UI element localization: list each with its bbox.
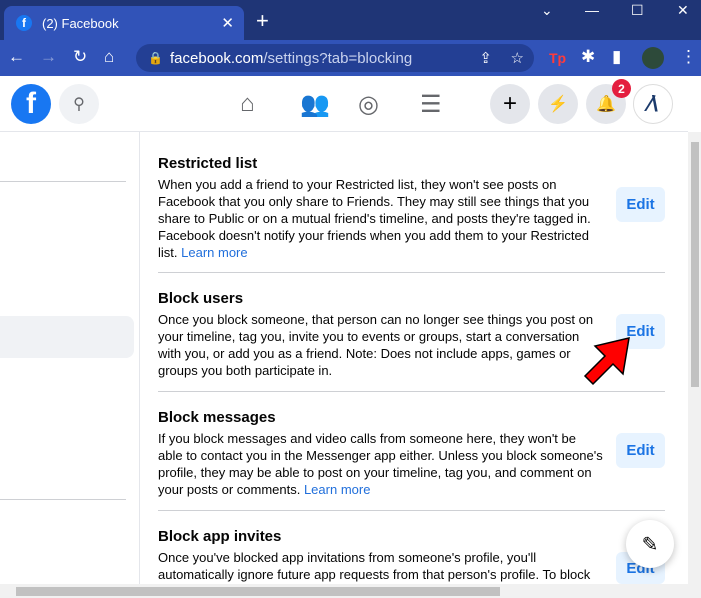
minimize-button[interactable]: — bbox=[585, 2, 599, 18]
edit-restricted-list-button[interactable]: Edit bbox=[616, 187, 665, 222]
menu-nav-icon[interactable]: ☰ bbox=[420, 90, 442, 119]
horizontal-scrollbar-thumb[interactable] bbox=[16, 587, 500, 596]
reload-icon[interactable]: ↻ bbox=[73, 47, 87, 67]
sidebar-divider bbox=[0, 499, 126, 500]
browser-tabstrip: f (2) Facebook ✕ + ⌄ — ☐ ✕ bbox=[0, 0, 701, 40]
account-avatar[interactable]: ⁄\ bbox=[633, 84, 673, 124]
sidebar-divider bbox=[0, 181, 126, 182]
notification-badge: 2 bbox=[612, 79, 631, 98]
share-icon[interactable]: ⇪ bbox=[479, 49, 492, 67]
section-title: Restricted list bbox=[158, 155, 258, 172]
red-arrow-annotation-icon bbox=[583, 337, 630, 386]
url-domain: facebook.com bbox=[170, 49, 264, 67]
close-tab-icon[interactable]: ✕ bbox=[221, 14, 234, 32]
learn-more-link[interactable]: Learn more bbox=[181, 245, 247, 260]
section-description: Once you've blocked app invitations from… bbox=[158, 550, 591, 582]
home-nav-icon[interactable]: ⌂ bbox=[240, 90, 255, 118]
menu-kebab-icon[interactable]: ⋮ bbox=[680, 47, 697, 67]
address-bar[interactable]: 🔒 facebook.com/settings?tab=blocking ⇪ ☆ bbox=[136, 44, 534, 72]
learn-more-link[interactable]: Learn more bbox=[304, 482, 370, 497]
compose-icon: ✎ bbox=[641, 533, 659, 556]
section-description: When you add a friend to your Restricted… bbox=[158, 177, 591, 260]
section-description: If you block messages and video calls fr… bbox=[158, 431, 603, 497]
browser-tab[interactable]: f (2) Facebook ✕ bbox=[4, 6, 244, 40]
search-icon[interactable]: ⚲ bbox=[59, 84, 99, 124]
side-panel-icon[interactable]: ▮ bbox=[612, 47, 621, 67]
section-title: Block messages bbox=[158, 409, 276, 426]
extension-tp-icon[interactable]: Tp bbox=[549, 50, 566, 66]
settings-sidebar bbox=[0, 132, 140, 584]
create-button[interactable]: + bbox=[490, 84, 530, 124]
groups-nav-icon[interactable]: ◎ bbox=[358, 90, 379, 119]
profile-avatar[interactable] bbox=[642, 47, 664, 69]
vertical-scrollbar-thumb[interactable] bbox=[691, 142, 699, 387]
bookmark-star-icon[interactable]: ☆ bbox=[511, 49, 524, 67]
extensions-puzzle-icon[interactable]: ✱ bbox=[581, 47, 595, 67]
tab-title: (2) Facebook bbox=[42, 15, 119, 31]
divider bbox=[158, 510, 665, 511]
section-title: Block users bbox=[158, 290, 244, 307]
browser-toolbar: ← → ↻ ⌂ 🔒 facebook.com/settings?tab=bloc… bbox=[0, 40, 701, 76]
close-window-button[interactable]: ✕ bbox=[677, 2, 689, 19]
lock-icon: 🔒 bbox=[148, 51, 163, 65]
facebook-header: f ⚲ ⌂ 👥 ◎ ☰ + ⚡ 🔔 2 ⁄\ bbox=[0, 76, 688, 132]
maximize-button[interactable]: ☐ bbox=[631, 2, 644, 19]
facebook-logo[interactable]: f bbox=[11, 84, 51, 124]
section-title: Block app invites bbox=[158, 528, 282, 545]
url-path: /settings?tab=blocking bbox=[263, 49, 413, 67]
new-message-button[interactable]: ✎ bbox=[626, 520, 674, 568]
facebook-favicon-icon: f bbox=[16, 15, 32, 31]
home-icon[interactable]: ⌂ bbox=[104, 47, 114, 67]
new-tab-button[interactable]: + bbox=[256, 8, 269, 34]
section-description: Once you block someone, that person can … bbox=[158, 312, 594, 378]
sidebar-item-blocking[interactable] bbox=[0, 316, 134, 358]
tab-search-icon[interactable]: ⌄ bbox=[541, 2, 553, 19]
messenger-icon[interactable]: ⚡ bbox=[538, 84, 578, 124]
back-icon[interactable]: ← bbox=[8, 47, 25, 67]
edit-block-messages-button[interactable]: Edit bbox=[616, 433, 665, 468]
divider bbox=[158, 272, 665, 273]
divider bbox=[158, 391, 665, 392]
forward-icon[interactable]: → bbox=[40, 47, 57, 67]
friends-nav-icon[interactable]: 👥 bbox=[300, 90, 330, 119]
